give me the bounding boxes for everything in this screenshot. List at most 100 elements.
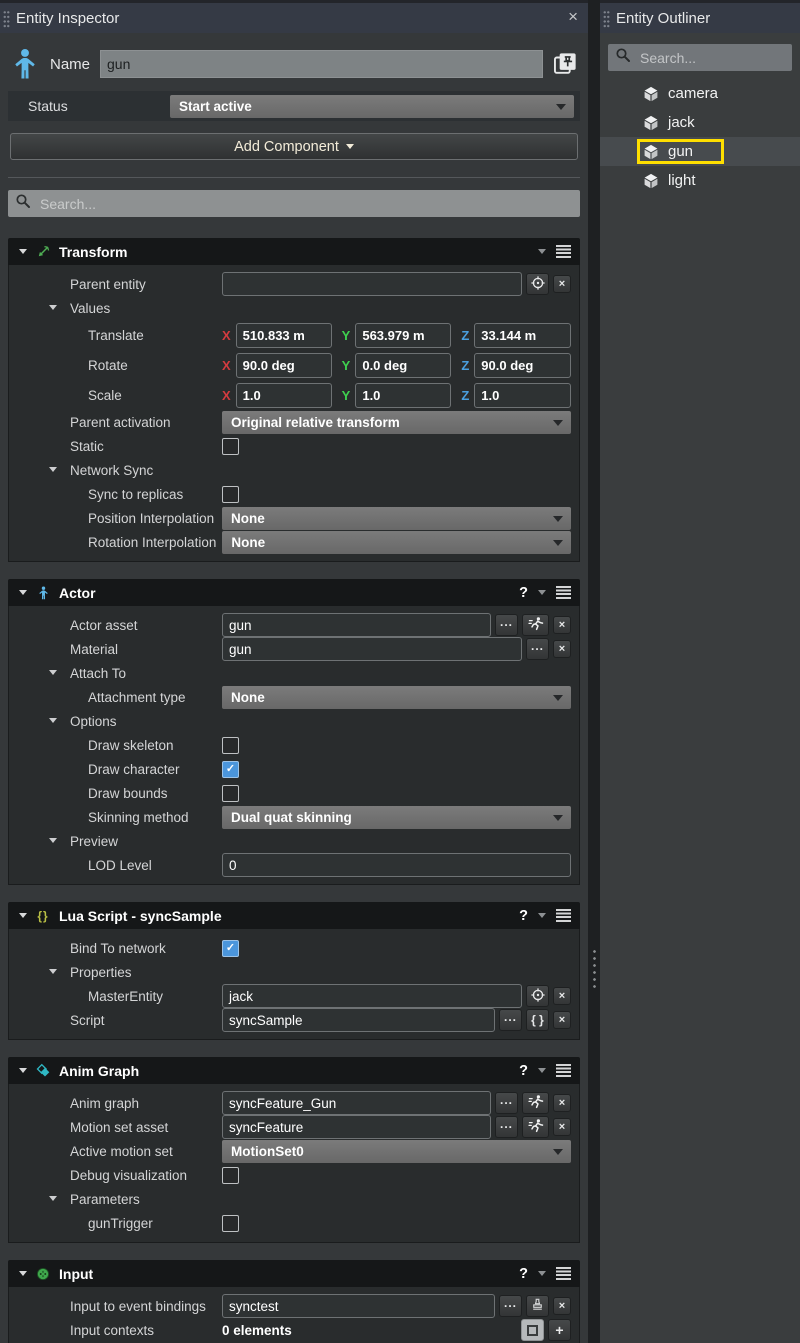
section-menu-icon[interactable] [556,1267,571,1280]
checkbox[interactable] [222,438,239,455]
pick-entity-button[interactable] [526,273,549,295]
text-field[interactable] [222,272,522,296]
x-axis-input[interactable]: 1.0 [236,383,332,408]
checkbox[interactable] [222,486,239,503]
section-header-anim-graph[interactable]: Anim Graph? [8,1057,580,1084]
browse-button[interactable]: ... [499,1295,522,1317]
section-options-caret-icon[interactable] [538,1068,546,1073]
browse-button[interactable]: ... [499,1009,522,1031]
group-collapse-icon[interactable] [49,1196,57,1201]
dropdown[interactable]: MotionSet0 [222,1140,571,1163]
animation-editor-button[interactable] [522,1092,549,1114]
y-axis-input[interactable]: 1.0 [355,383,451,408]
section-options-caret-icon[interactable] [538,590,546,595]
group-collapse-icon[interactable] [49,838,57,843]
help-button[interactable]: ? [519,585,528,601]
clear-button[interactable]: × [553,1118,571,1136]
checkbox[interactable] [222,737,239,754]
help-button[interactable]: ? [519,1266,528,1282]
y-axis-input[interactable]: 0.0 deg [355,353,451,378]
text-field[interactable]: 0 [222,853,571,877]
section-menu-icon[interactable] [556,909,571,922]
checkbox[interactable] [222,1167,239,1184]
pick-entity-button[interactable] [526,985,549,1007]
checkbox[interactable]: ✓ [222,940,239,957]
panel-drag-handle-icon[interactable] [603,10,610,28]
collapse-triangle-icon[interactable] [19,249,27,254]
entity-name-input[interactable] [100,50,543,78]
text-field[interactable]: gun [222,613,491,637]
checkbox[interactable] [222,1215,239,1232]
help-button[interactable]: ? [519,1063,528,1079]
collapse-triangle-icon[interactable] [19,1271,27,1276]
x-axis-input[interactable]: 90.0 deg [236,353,332,378]
section-options-caret-icon[interactable] [538,913,546,918]
entity-list-item[interactable]: gun [600,137,800,166]
group-collapse-icon[interactable] [49,670,57,675]
clear-button[interactable]: × [553,1011,571,1029]
text-field[interactable]: gun [222,637,522,661]
dropdown[interactable]: None [222,507,571,530]
collapse-triangle-icon[interactable] [19,590,27,595]
group-collapse-icon[interactable] [49,305,57,310]
close-panel-button[interactable]: × [568,6,578,28]
animation-editor-button[interactable] [522,614,549,636]
clear-button[interactable]: × [553,640,571,658]
outliner-search[interactable] [608,44,792,71]
dropdown[interactable]: Dual quat skinning [222,806,571,829]
entity-inspector-titlebar[interactable]: Entity Inspector × [0,0,588,33]
collapse-triangle-icon[interactable] [19,913,27,918]
z-axis-input[interactable]: 1.0 [474,383,571,408]
browse-button[interactable]: ... [526,638,549,660]
x-axis-input[interactable]: 510.833 m [236,323,332,348]
section-menu-icon[interactable] [556,1064,571,1077]
panel-drag-handle-icon[interactable] [3,10,10,28]
section-header-input[interactable]: Input? [8,1260,580,1287]
panel-splitter[interactable] [588,0,600,1343]
section-header-lua-script[interactable]: {}Lua Script - syncSample? [8,902,580,929]
help-button[interactable]: ? [519,908,528,924]
checkbox[interactable] [222,785,239,802]
z-axis-input[interactable]: 90.0 deg [474,353,571,378]
text-field[interactable]: syncFeature [222,1115,491,1139]
dropdown[interactable]: Original relative transform [222,411,571,434]
y-axis-input[interactable]: 563.979 m [355,323,451,348]
inspector-search[interactable] [8,190,580,217]
add-element-button[interactable]: + [548,1319,571,1341]
entity-outliner-titlebar[interactable]: Entity Outliner [600,0,800,33]
outliner-search-input[interactable] [638,49,785,67]
section-menu-icon[interactable] [556,586,571,599]
splitter-handle-icon[interactable] [592,948,597,990]
entity-list-item[interactable]: light [600,166,800,195]
status-dropdown[interactable]: Start active [170,95,574,118]
text-field[interactable]: syncFeature_Gun [222,1091,491,1115]
section-header-transform[interactable]: Transform [8,238,580,265]
container-options-button[interactable] [521,1319,544,1341]
edit-script-button[interactable]: { } [526,1009,549,1031]
clear-button[interactable]: × [553,987,571,1005]
add-component-button[interactable]: Add Component [10,133,578,160]
checkbox[interactable]: ✓ [222,761,239,778]
z-axis-input[interactable]: 33.144 m [474,323,571,348]
section-options-caret-icon[interactable] [538,1271,546,1276]
text-field[interactable]: synctest [222,1294,495,1318]
entity-list-item[interactable]: camera [600,79,800,108]
clear-button[interactable]: × [553,1297,571,1315]
group-collapse-icon[interactable] [49,467,57,472]
section-menu-icon[interactable] [556,245,571,258]
text-field[interactable]: syncSample [222,1008,495,1032]
clear-button[interactable]: × [553,1094,571,1112]
clear-button[interactable]: × [553,275,571,293]
browse-button[interactable]: ... [495,1092,518,1114]
group-collapse-icon[interactable] [49,969,57,974]
browse-button[interactable]: ... [495,614,518,636]
section-header-actor[interactable]: Actor? [8,579,580,606]
collapse-triangle-icon[interactable] [19,1068,27,1073]
dropdown[interactable]: None [222,686,571,709]
entity-list-item[interactable]: jack [600,108,800,137]
dropdown[interactable]: None [222,531,571,554]
browse-button[interactable]: ... [495,1116,518,1138]
animation-editor-button[interactable] [522,1116,549,1138]
clear-button[interactable]: × [553,616,571,634]
inspector-search-input[interactable] [38,195,573,213]
